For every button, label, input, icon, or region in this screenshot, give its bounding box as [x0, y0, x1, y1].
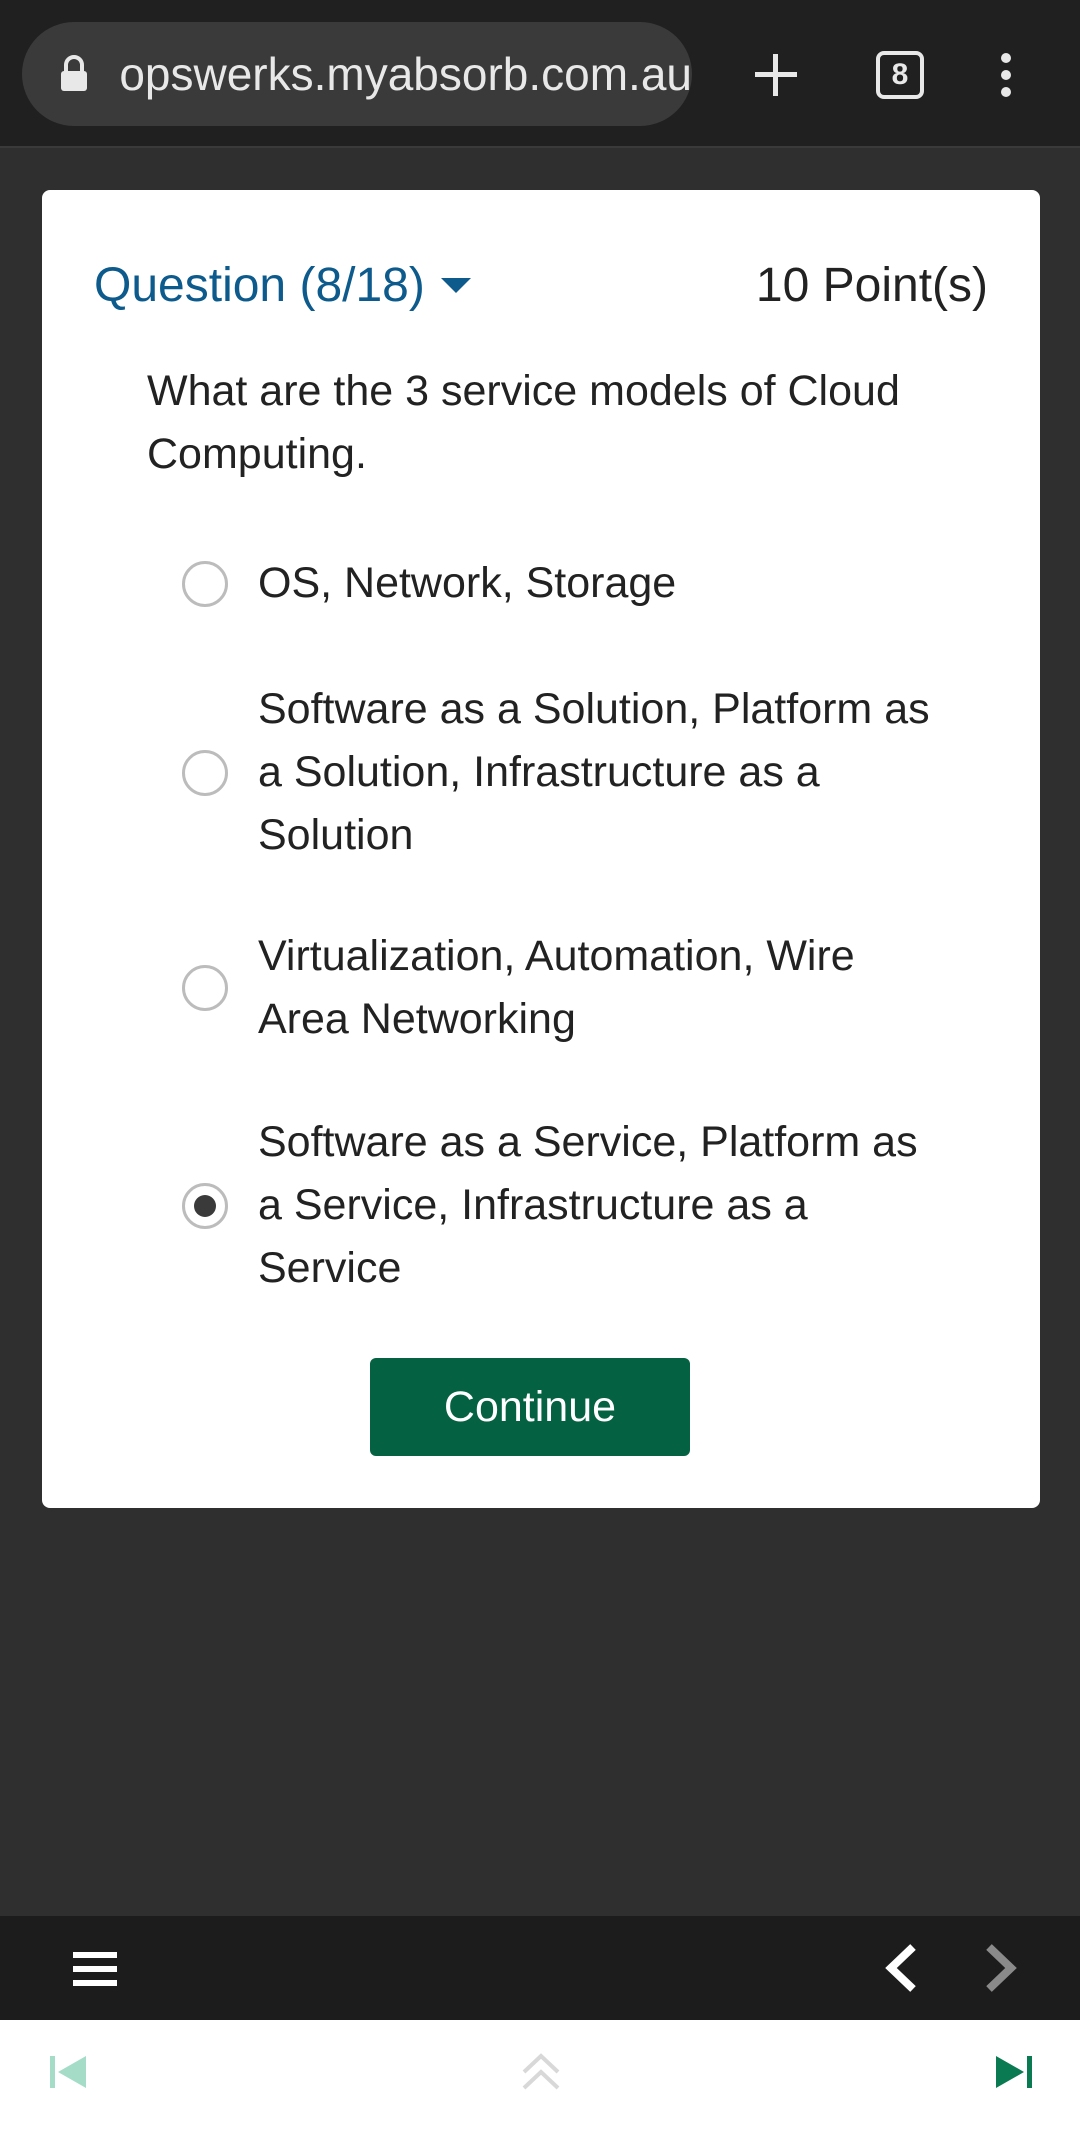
radio-selected-dot [194, 1194, 216, 1217]
question-text: What are the 3 service models of Cloud C… [147, 367, 900, 478]
answer-option-4[interactable]: Software as a Service, Platform as a Ser… [182, 1111, 982, 1300]
radio-button[interactable] [182, 560, 228, 607]
chevron-left-icon[interactable] [876, 1940, 926, 1996]
answer-option-3[interactable]: Virtualization, Automation, Wire Area Ne… [182, 925, 982, 1051]
lesson-nav-bar [0, 2020, 1080, 2131]
radio-button-selected[interactable] [182, 1182, 228, 1229]
lock-icon [46, 46, 101, 102]
answer-option-1[interactable]: OS, Network, Storage [182, 552, 982, 615]
plus-icon[interactable] [736, 35, 816, 115]
first-page-icon[interactable] [46, 2050, 90, 2094]
points-label: 10 Point(s) [755, 259, 988, 312]
answer-option-2[interactable]: Software as a Solution, Platform as a So… [182, 678, 982, 867]
answer-label: OS, Network, Storage [258, 559, 677, 607]
question-number: Question (8/18) [94, 259, 425, 312]
last-page-icon[interactable] [992, 2050, 1036, 2094]
tab-count: 8 [876, 51, 924, 99]
url-bar[interactable]: opswerks.myabsorb.com.au [22, 22, 692, 126]
tab-switcher-button[interactable]: 8 [860, 35, 940, 115]
browser-toolbar: opswerks.myabsorb.com.au 8 [0, 0, 1080, 148]
chevrons-up-icon[interactable] [518, 2048, 564, 2096]
caret-down-icon [440, 278, 471, 293]
question-header: Question (8/18) 10 Point(s) [94, 250, 988, 320]
url-text: opswerks.myabsorb.com.au [119, 48, 692, 100]
chevron-right-icon[interactable] [976, 1940, 1026, 1996]
more-vert-icon[interactable] [966, 35, 1046, 115]
answer-label: Software as a Service, Platform as a Ser… [258, 1118, 918, 1292]
continue-button[interactable]: Continue [370, 1358, 690, 1456]
question-card: Question (8/18) 10 Point(s) What are the… [42, 190, 1040, 1508]
answer-label: Software as a Solution, Platform as a So… [258, 685, 930, 859]
answer-label: Virtualization, Automation, Wire Area Ne… [258, 932, 855, 1043]
course-nav-bar [0, 1916, 1080, 2020]
radio-button[interactable] [182, 965, 228, 1011]
menu-icon[interactable] [70, 1944, 120, 1994]
question-selector[interactable]: Question (8/18) [94, 258, 471, 313]
radio-button[interactable] [182, 749, 228, 796]
